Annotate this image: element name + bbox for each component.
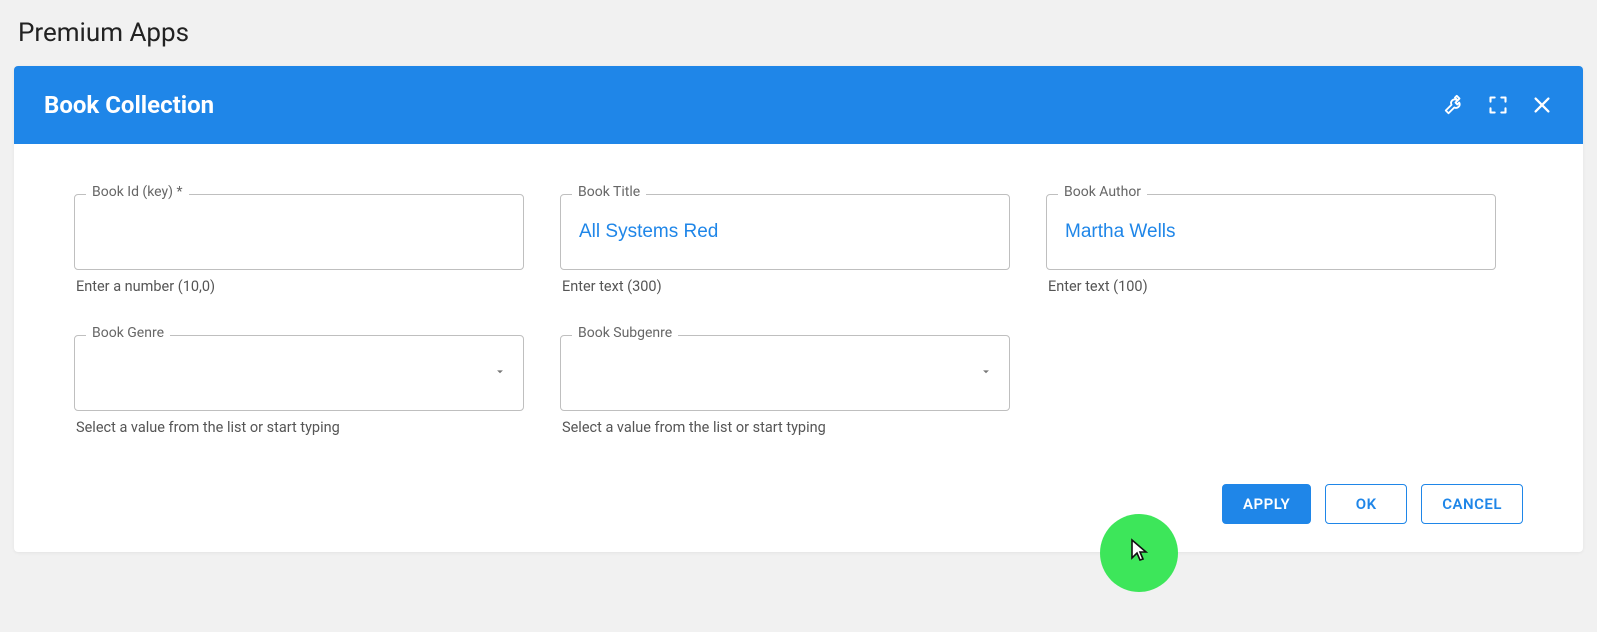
book-genre-select-box[interactable] <box>74 335 524 411</box>
book-title-input[interactable] <box>577 220 993 244</box>
field-label-book-id: Book Id (key) * <box>86 184 189 200</box>
book-genre-select[interactable] <box>91 361 507 385</box>
field-hint-book-genre: Select a value from the list or start ty… <box>74 419 524 436</box>
panel-body: Book Id (key) * Enter a number (10,0) Bo… <box>14 144 1583 552</box>
field-hint-book-id: Enter a number (10,0) <box>74 278 524 295</box>
book-title-input-box[interactable] <box>560 194 1010 270</box>
field-hint-book-title: Enter text (300) <box>560 278 1010 295</box>
cursor-highlight <box>1100 514 1178 592</box>
form-grid: Book Id (key) * Enter a number (10,0) Bo… <box>74 194 1523 436</box>
field-book-title: Book Title Enter text (300) <box>560 194 1010 295</box>
panel-actions <box>1443 94 1553 116</box>
button-bar: APPLY OK CANCEL <box>74 484 1523 524</box>
book-author-input-box[interactable] <box>1046 194 1496 270</box>
ok-button[interactable]: OK <box>1325 484 1407 524</box>
field-hint-book-author: Enter text (100) <box>1046 278 1496 295</box>
panel-title: Book Collection <box>44 91 214 119</box>
book-subgenre-select-box[interactable] <box>560 335 1010 411</box>
field-label-book-subgenre: Book Subgenre <box>572 325 678 341</box>
tools-icon[interactable] <box>1443 94 1465 116</box>
close-icon[interactable] <box>1531 94 1553 116</box>
book-collection-panel: Book Collection <box>14 66 1583 552</box>
panel-header: Book Collection <box>14 66 1583 144</box>
field-book-id: Book Id (key) * Enter a number (10,0) <box>74 194 524 295</box>
book-id-input-box[interactable] <box>74 194 524 270</box>
page-title: Premium Apps <box>0 0 1597 66</box>
book-author-input[interactable] <box>1063 220 1479 244</box>
cursor-icon <box>1129 538 1149 568</box>
field-book-genre: Book Genre Select a value from the list … <box>74 335 524 436</box>
field-label-book-title: Book Title <box>572 184 646 200</box>
field-book-author: Book Author Enter text (100) <box>1046 194 1496 295</box>
apply-button[interactable]: APPLY <box>1222 484 1311 524</box>
field-label-book-author: Book Author <box>1058 184 1147 200</box>
field-book-subgenre: Book Subgenre Select a value from the li… <box>560 335 1010 436</box>
book-id-input[interactable] <box>91 220 507 244</box>
book-subgenre-select[interactable] <box>577 361 993 385</box>
field-hint-book-subgenre: Select a value from the list or start ty… <box>560 419 1010 436</box>
fullscreen-icon[interactable] <box>1487 94 1509 116</box>
cancel-button[interactable]: CANCEL <box>1421 484 1523 524</box>
field-label-book-genre: Book Genre <box>86 325 170 341</box>
